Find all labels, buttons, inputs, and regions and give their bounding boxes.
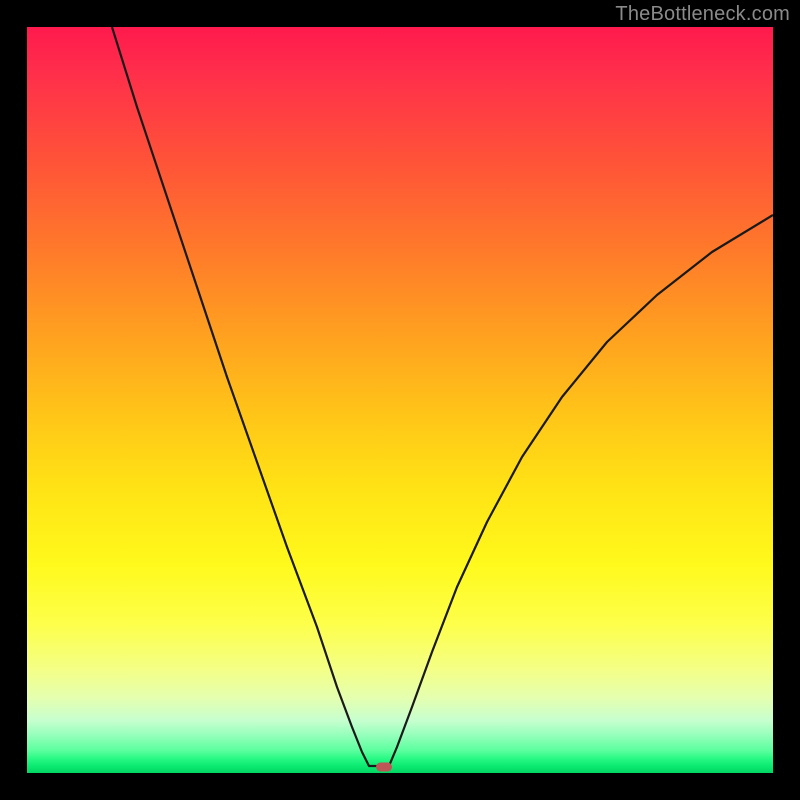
chart-frame: TheBottleneck.com	[0, 0, 800, 800]
curve-path	[112, 27, 773, 766]
optimal-point-marker	[376, 763, 392, 772]
watermark-text: TheBottleneck.com	[615, 3, 790, 26]
plot-area	[27, 27, 773, 773]
bottleneck-curve	[27, 27, 773, 773]
